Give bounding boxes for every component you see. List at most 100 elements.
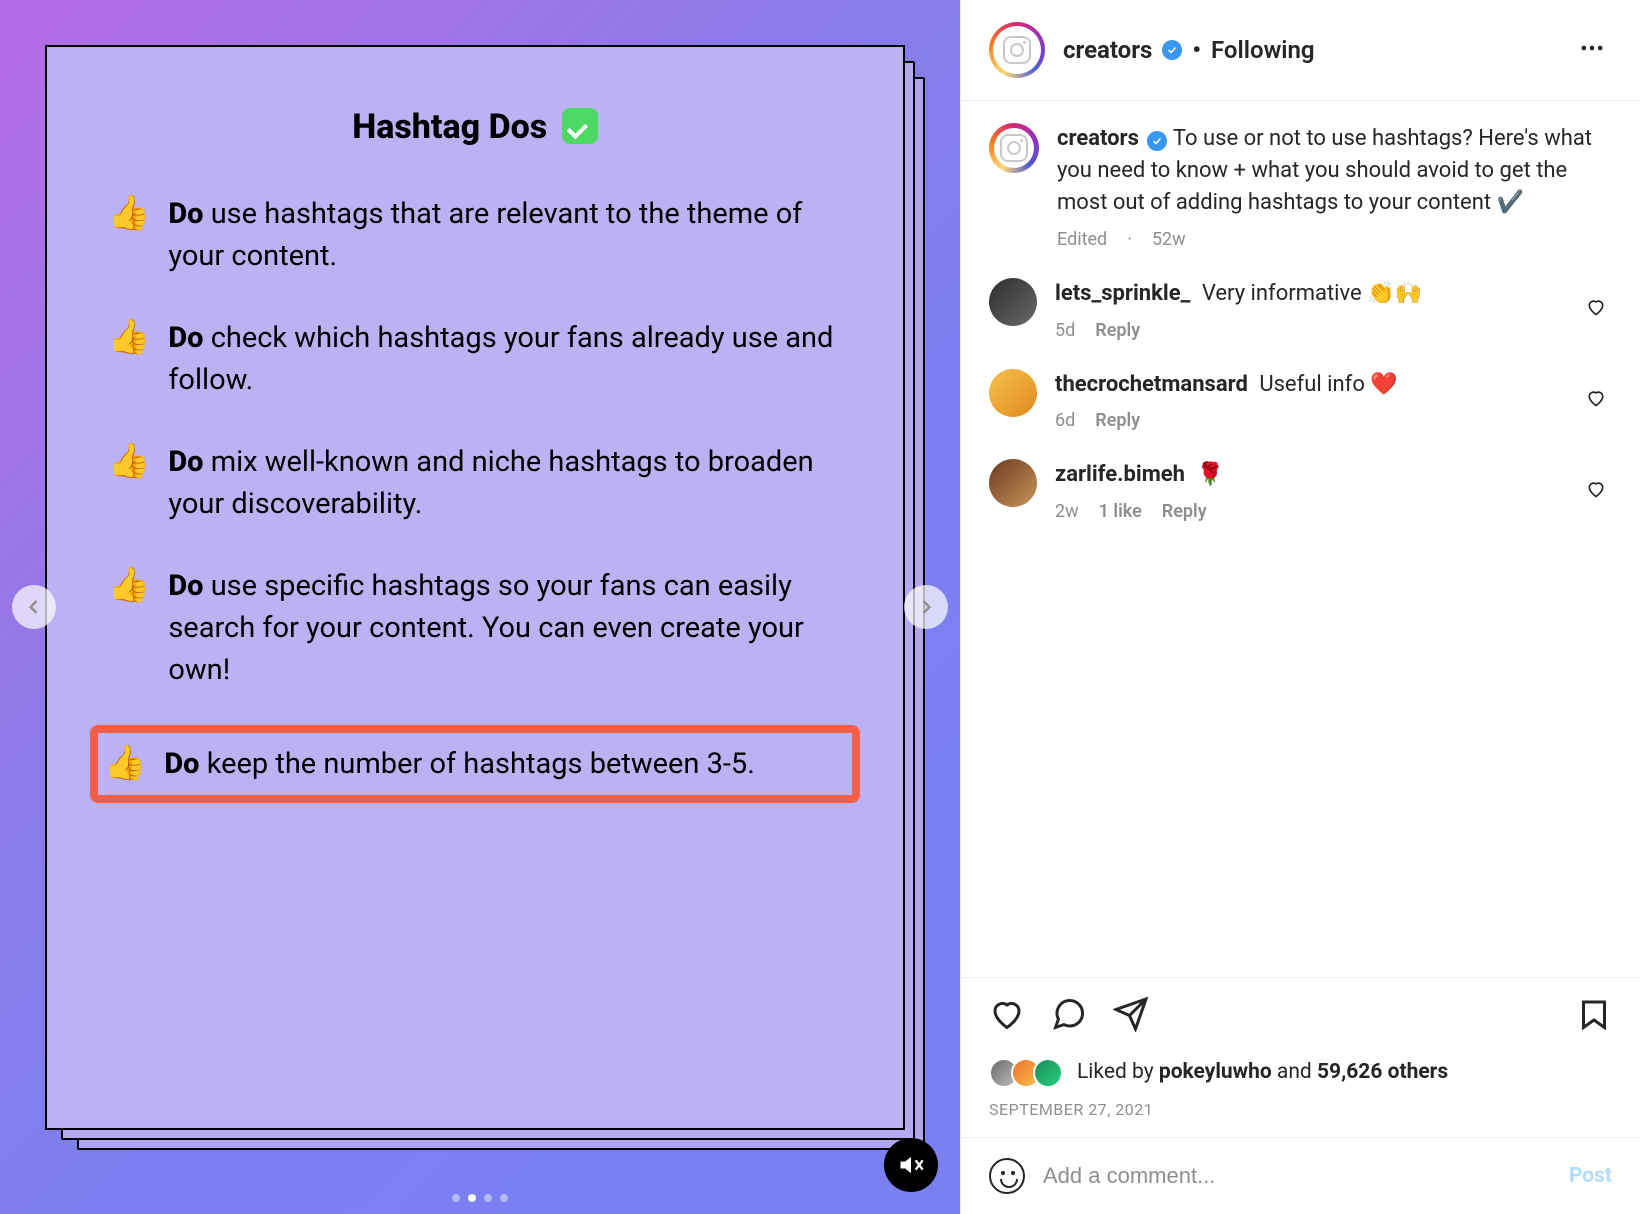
caption-row: creatorsTo use or not to use hashtags? H… [989, 123, 1612, 250]
chevron-left-icon [24, 597, 44, 617]
action-icons [989, 996, 1612, 1036]
comment-text: zarlife.bimeh 🌹 [1055, 459, 1562, 491]
bookmark-icon [1576, 996, 1612, 1032]
like-avatars [989, 1058, 1063, 1088]
save-button[interactable] [1576, 996, 1612, 1036]
post-media: Hashtag Dos 👍 Do use hashtags that are re… [0, 0, 960, 1214]
carousel-prev-button[interactable] [12, 585, 56, 629]
muted-speaker-icon [897, 1151, 925, 1179]
commenter-username[interactable]: thecrochetmansard [1055, 372, 1248, 397]
comment-like-count[interactable]: 1 like [1099, 501, 1142, 522]
comment-input[interactable] [1043, 1163, 1551, 1189]
action-bar [961, 977, 1640, 1044]
carousel-next-button[interactable] [904, 585, 948, 629]
check-icon [562, 108, 598, 144]
likes-row[interactable]: Liked by pokeyluwho and 59,626 others [961, 1044, 1640, 1092]
dos-text: Do mix well-known and niche hashtags to … [168, 441, 842, 525]
comment-row: thecrochetmansard Useful info ❤️ 6d Reply [989, 369, 1612, 432]
comment-text: thecrochetmansard Useful info ❤️ [1055, 369, 1562, 401]
carousel-dot[interactable] [452, 1194, 460, 1202]
caption-meta: Edited · 52w [1057, 229, 1612, 250]
dos-item: 👍Do use specific hashtags so your fans c… [102, 559, 848, 697]
comment-age: 2w [1055, 501, 1079, 522]
share-button[interactable] [1113, 996, 1149, 1036]
dos-text: Do keep the number of hashtags between 3… [164, 743, 755, 785]
comment-age: 6d [1055, 410, 1075, 431]
heart-icon [1586, 388, 1606, 408]
comment-body: zarlife.bimeh 🌹 2w 1 like Reply [1055, 459, 1562, 522]
thumbs-up-icon: 👍 [108, 317, 150, 358]
comment-meta: 2w 1 like Reply [1055, 501, 1562, 522]
verified-badge-icon [1147, 131, 1167, 151]
mute-button[interactable] [884, 1138, 938, 1192]
emoji-picker-button[interactable] [989, 1158, 1025, 1194]
more-options-button[interactable] [1572, 28, 1612, 72]
dos-text: Do use hashtags that are relevant to the… [168, 193, 842, 277]
dos-list: 👍 Do use hashtags that are relevant to th… [102, 187, 848, 803]
comments-area: creatorsTo use or not to use hashtags? H… [961, 101, 1640, 977]
card-stack: Hashtag Dos 👍 Do use hashtags that are re… [45, 45, 905, 1130]
author-username[interactable]: creators [1063, 36, 1152, 64]
comment-meta: 5dReply [1055, 320, 1562, 341]
like-comment-button[interactable] [1580, 382, 1612, 418]
like-comment-button[interactable] [1580, 291, 1612, 327]
dos-item: 👍 Do mix well-known and niche hashtags to… [102, 435, 848, 531]
follow-state[interactable]: Following [1211, 36, 1315, 64]
post-header: creators • Following [961, 0, 1640, 101]
carousel-dot[interactable] [484, 1194, 492, 1202]
dos-item: 👍 Do keep the number of hashtags between … [90, 725, 860, 803]
separator: • [1192, 36, 1201, 64]
caption-body: creatorsTo use or not to use hashtags? H… [1057, 123, 1612, 250]
card-title: Hashtag Dos [102, 107, 848, 147]
heart-icon [1586, 479, 1606, 499]
dos-item: 👍 Do check which hashtags your fans alrea… [102, 311, 848, 407]
post-date: SEPTEMBER 27, 2021 [961, 1092, 1640, 1137]
card-title-text: Hashtag Dos [352, 107, 547, 147]
commenter-avatar[interactable] [989, 459, 1037, 507]
more-horizontal-icon [1578, 34, 1606, 62]
instagram-glyph-icon [1000, 134, 1028, 162]
likes-lead-user[interactable]: pokeyluwho [1159, 1060, 1272, 1084]
reply-button[interactable]: Reply [1095, 410, 1140, 431]
comment-button[interactable] [1051, 996, 1087, 1036]
carousel-dots [452, 1194, 508, 1202]
like-comment-button[interactable] [1580, 473, 1612, 509]
reply-button[interactable]: Reply [1162, 501, 1207, 522]
dos-item: 👍Do use hashtags that are relevant to th… [102, 187, 848, 283]
header-names: creators • Following [1063, 36, 1315, 64]
post-comment-button[interactable]: Post [1569, 1164, 1612, 1188]
share-icon [1113, 996, 1149, 1032]
chevron-right-icon [916, 597, 936, 617]
caption-username[interactable]: creators [1057, 126, 1139, 151]
commenter-username[interactable]: lets_sprinkle_ [1055, 281, 1190, 306]
likes-prefix: Liked by [1077, 1060, 1159, 1084]
instagram-glyph-icon [1003, 36, 1031, 64]
comment-content: 🌹 [1196, 462, 1223, 487]
verified-badge-icon [1162, 40, 1182, 60]
author-avatar[interactable] [989, 22, 1045, 78]
reply-button[interactable]: Reply [1095, 320, 1140, 341]
likes-middle: and [1272, 1060, 1317, 1084]
thumbs-up-icon: 👍 [108, 441, 150, 482]
commenter-avatar[interactable] [989, 369, 1037, 417]
author-avatar[interactable] [989, 123, 1039, 173]
thumbs-up-icon: 👍 [104, 743, 146, 784]
caption-text: creatorsTo use or not to use hashtags? H… [1057, 123, 1612, 219]
comment-icon [1051, 996, 1087, 1032]
comment-body: thecrochetmansard Useful info ❤️ 6d Reply [1055, 369, 1562, 432]
comment-text: lets_sprinkle_ Very informative 👏🙌 [1055, 278, 1562, 310]
add-comment-bar: Post [961, 1137, 1640, 1214]
commenter-avatar[interactable] [989, 278, 1037, 326]
commenter-username[interactable]: zarlife.bimeh [1055, 462, 1185, 487]
carousel-dot[interactable] [500, 1194, 508, 1202]
dos-text: Do check which hashtags your fans alread… [168, 317, 842, 401]
comment-row: zarlife.bimeh 🌹 2w 1 like Reply [989, 459, 1612, 522]
heart-icon [1586, 297, 1606, 317]
dos-text: Do use specific hashtags so your fans ca… [168, 565, 842, 691]
card-main: Hashtag Dos 👍 Do use hashtags that are re… [45, 45, 905, 1130]
like-button[interactable] [989, 996, 1025, 1036]
carousel-dot[interactable] [468, 1194, 476, 1202]
comment-body: lets_sprinkle_ Very informative 👏🙌 5dRepl… [1055, 278, 1562, 341]
post-sidebar: creators • Following creatorsTo use or n… [960, 0, 1640, 1214]
likes-others[interactable]: 59,626 others [1317, 1060, 1448, 1084]
